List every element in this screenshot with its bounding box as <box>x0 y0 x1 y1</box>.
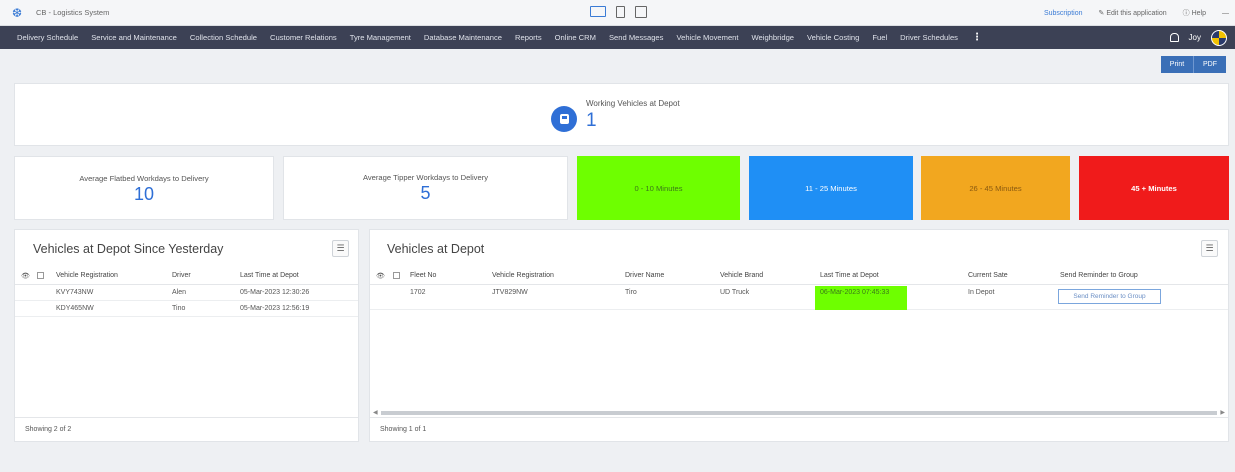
panel-title: Vehicles at Depot <box>387 242 485 256</box>
cell-registration: KDY465NW <box>56 305 94 312</box>
cell-registration: KVY743NW <box>56 289 94 296</box>
panel-menu-button[interactable]: ☰ <box>1201 240 1218 257</box>
eye-icon[interactable]: 👁 <box>376 272 385 280</box>
tipper-workdays-card: Average Tipper Workdays to Delivery 5 <box>283 156 568 220</box>
nav-item-vehicle-movement[interactable]: Vehicle Movement <box>676 33 738 42</box>
nav-item-customer-relations[interactable]: Customer Relations <box>270 33 337 42</box>
nav-item-vehicle-costing[interactable]: Vehicle Costing <box>807 33 859 42</box>
nav-item-send-messages[interactable]: Send Messages <box>609 33 663 42</box>
scroll-right-icon[interactable]: ▶ <box>1220 409 1225 416</box>
panel-title: Vehicles at Depot Since Yesterday <box>33 242 224 256</box>
nav-item-service-maintenance[interactable]: Service and Maintenance <box>91 33 177 42</box>
col-vehicle-brand[interactable]: Vehicle Brand <box>720 272 763 279</box>
flatbed-workdays-card: Average Flatbed Workdays to Delivery 10 <box>14 156 274 220</box>
nav-item-reports[interactable]: Reports <box>515 33 542 42</box>
cell-driver: Alen <box>172 289 187 296</box>
col-current-state[interactable]: Current Sate <box>968 272 1008 279</box>
nav-item-fuel[interactable]: Fuel <box>872 33 887 42</box>
band-11-25-minutes: 11 - 25 Minutes <box>749 156 913 220</box>
avatar[interactable] <box>1211 29 1227 46</box>
device-preview-switcher <box>590 6 647 18</box>
cell-registration: JTV829NW <box>492 289 528 296</box>
menu-icon: ☰ <box>1205 243 1214 253</box>
send-reminder-button[interactable]: Send Reminder to Group <box>1058 289 1161 304</box>
eye-icon[interactable]: 👁 <box>21 272 30 280</box>
cell-time: 05-Mar-2023 12:30:26 <box>240 289 310 296</box>
nav-item-database-maintenance[interactable]: Database Maintenance <box>424 33 502 42</box>
cell-time: 05-Mar-2023 12:56:19 <box>240 305 310 312</box>
col-last-time[interactable]: Last Time at Depot <box>240 272 299 279</box>
edit-app-link[interactable]: ✎ Edit this application <box>1099 9 1167 17</box>
nav-item-collection-schedule[interactable]: Collection Schedule <box>190 33 257 42</box>
nav-item-weighbridge[interactable]: Weighbridge <box>752 33 795 42</box>
table-footer: Showing 2 of 2 <box>15 417 358 441</box>
pdf-button[interactable]: PDF <box>1194 56 1226 73</box>
cell-driver: Tiro <box>625 289 637 296</box>
cell-fleet-no: 1702 <box>410 289 426 296</box>
more-menu-button[interactable]: — <box>1222 10 1229 17</box>
table-row[interactable]: KVY743NW Alen 05-Mar-2023 12:30:26 <box>15 286 358 301</box>
table-footer: Showing 1 of 1 <box>370 417 1228 441</box>
scroll-thumb[interactable] <box>381 411 1217 415</box>
vehicles-since-yesterday-panel: Vehicles at Depot Since Yesterday ☰ 👁 Ve… <box>14 229 359 442</box>
print-button[interactable]: Print <box>1161 56 1194 73</box>
help-link[interactable]: ⓘ Help <box>1183 8 1206 18</box>
horizontal-scrollbar[interactable]: ◀ ▶ <box>373 409 1225 416</box>
col-driver[interactable]: Driver <box>172 272 191 279</box>
row-count: Showing 1 of 1 <box>380 426 427 433</box>
app-logo-icon[interactable]: ❆ <box>8 4 26 22</box>
row-count: Showing 2 of 2 <box>25 426 72 433</box>
select-all-checkbox[interactable] <box>37 272 44 281</box>
nav-item-tyre-management[interactable]: Tyre Management <box>350 33 411 42</box>
cell-time: 06-Mar-2023 07:45:33 <box>820 289 890 296</box>
band-45-plus-minutes: 45 + Minutes <box>1079 156 1229 220</box>
col-fleet-no[interactable]: Fleet No <box>410 272 436 279</box>
col-vehicle-registration[interactable]: Vehicle Registration <box>56 272 118 279</box>
tablet-view-icon[interactable] <box>616 6 625 18</box>
table-row[interactable]: KDY465NW Tino 05-Mar-2023 12:56:19 <box>15 302 358 317</box>
table-row[interactable]: 1702 JTV829NW Tiro UD Truck 06-Mar-2023 … <box>370 286 1228 310</box>
mobile-view-icon[interactable] <box>635 6 647 18</box>
table-header: 👁 Vehicle Registration Driver Last Time … <box>15 268 358 285</box>
working-vehicles-label: Working Vehicles at Depot <box>586 99 680 108</box>
desktop-view-icon[interactable] <box>590 6 606 17</box>
user-name[interactable]: Joy <box>1189 33 1201 42</box>
bus-icon <box>551 106 577 132</box>
export-actions: Print PDF <box>1161 56 1226 73</box>
scroll-left-icon[interactable]: ◀ <box>373 409 378 416</box>
col-vehicle-registration[interactable]: Vehicle Registration <box>492 272 554 279</box>
col-send-reminder[interactable]: Send Reminder to Group <box>1060 272 1138 279</box>
cell-state: In Depot <box>968 289 995 296</box>
flatbed-label: Average Flatbed Workdays to Delivery <box>79 174 209 183</box>
col-last-time[interactable]: Last Time at Depot <box>820 272 879 279</box>
col-driver-name[interactable]: Driver Name <box>625 272 664 279</box>
menu-icon: ☰ <box>336 243 345 253</box>
cell-brand: UD Truck <box>720 289 750 296</box>
flatbed-value: 10 <box>133 184 155 204</box>
band-0-10-minutes: 0 - 10 Minutes <box>577 156 740 220</box>
vehicles-at-depot-panel: Vehicles at Depot ☰ 👁 Fleet No Vehicle R… <box>369 229 1229 442</box>
help-icon: ⓘ <box>1182 10 1192 17</box>
select-all-checkbox[interactable] <box>393 272 400 281</box>
band-26-45-minutes: 26 - 45 Minutes <box>921 156 1070 220</box>
nav-item-driver-schedules[interactable]: Driver Schedules <box>900 33 958 42</box>
main-navigation: Delivery Schedule Service and Maintenanc… <box>0 26 1235 49</box>
tipper-value: 5 <box>420 183 431 203</box>
nav-item-online-crm[interactable]: Online CRM <box>555 33 596 42</box>
app-name: CB - Logistics System <box>36 8 110 17</box>
topbar-actions: Subscription ✎ Edit this application ⓘ H… <box>1044 0 1229 26</box>
nav-more-icon[interactable]: ⋮ <box>972 32 982 43</box>
working-vehicles-card: Working Vehicles at Depot 1 <box>14 83 1229 146</box>
bell-icon[interactable] <box>1169 33 1179 42</box>
nav-item-delivery-schedule[interactable]: Delivery Schedule <box>17 33 78 42</box>
app-topbar: ❆ CB - Logistics System Subscription ✎ E… <box>0 0 1235 26</box>
table-header: 👁 Fleet No Vehicle Registration Driver N… <box>370 268 1228 285</box>
nav-user-area: Joy <box>1169 26 1227 49</box>
panel-menu-button[interactable]: ☰ <box>332 240 349 257</box>
working-vehicles-value: 1 <box>586 110 597 131</box>
tipper-label: Average Tipper Workdays to Delivery <box>362 173 489 182</box>
cell-driver: Tino <box>172 305 186 312</box>
subscription-link[interactable]: Subscription <box>1044 10 1083 17</box>
